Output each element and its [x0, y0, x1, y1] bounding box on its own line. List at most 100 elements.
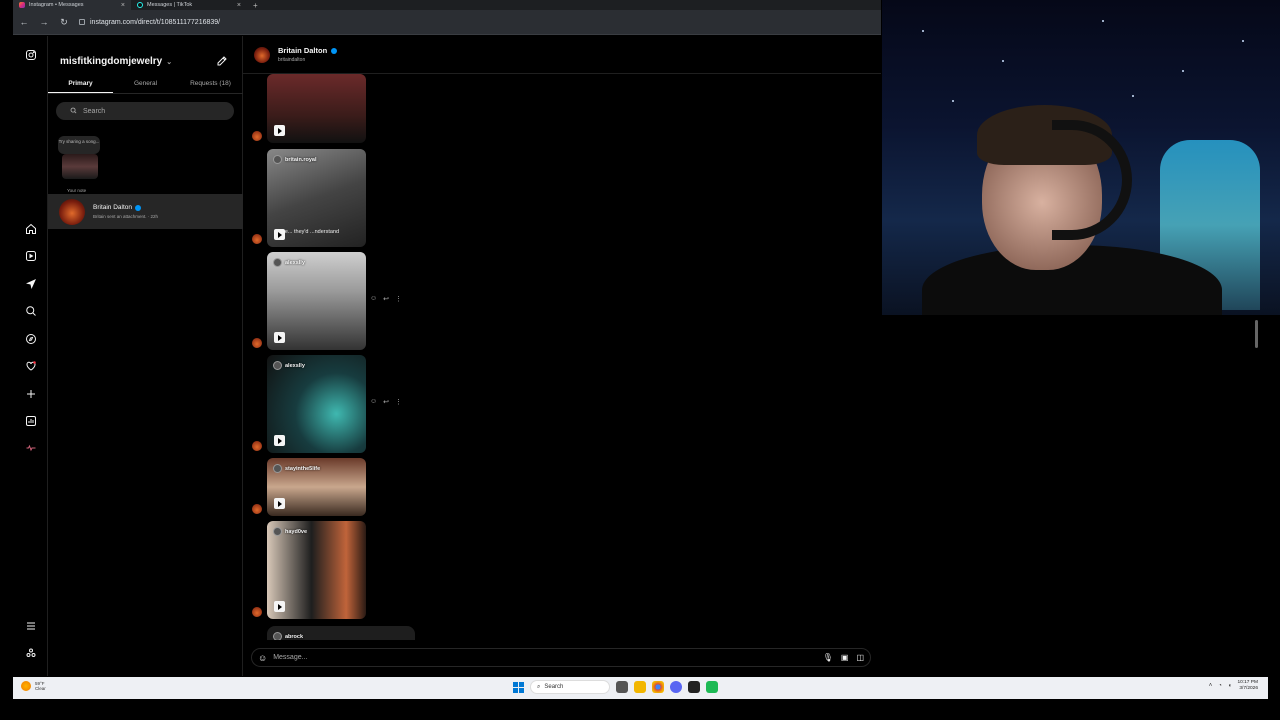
- app-icon[interactable]: [706, 681, 718, 693]
- reply-icon[interactable]: ↩: [383, 295, 389, 303]
- chrome-icon[interactable]: [652, 681, 664, 693]
- notifications-heart-icon[interactable]: [24, 359, 37, 372]
- taskbar: 59°F Clear ⌕ Search ˄ ◔ ◖ 10:17 PM 3/7/2…: [13, 677, 1268, 699]
- back-arrow-icon[interactable]: ←: [19, 17, 29, 27]
- threads-icon[interactable]: [24, 441, 37, 454]
- shared-reel-message[interactable]: alexslly: [267, 355, 366, 453]
- also-from-meta-icon[interactable]: [24, 646, 37, 659]
- author-avatar: [273, 632, 282, 640]
- browser-window: Instagram • Messages × Messages | TikTok…: [13, 0, 881, 676]
- tab-general[interactable]: General: [113, 76, 178, 93]
- shared-reel-message[interactable]: britain.royal she... they'd ...nderstand: [267, 149, 366, 247]
- microphone-icon[interactable]: 🎙: [823, 653, 833, 662]
- play-icon[interactable]: [274, 601, 285, 612]
- network-icon[interactable]: ◔: [1218, 683, 1222, 689]
- reload-icon[interactable]: ↻: [59, 17, 69, 28]
- play-icon[interactable]: [274, 125, 285, 136]
- create-plus-icon[interactable]: [24, 387, 37, 400]
- inbox-panel: misfitkingdomjewelry ⌄ Primary General R…: [48, 36, 243, 676]
- note-label: Your note: [67, 188, 87, 193]
- more-options-icon[interactable]: ⋮: [395, 398, 402, 406]
- reels-icon[interactable]: [24, 249, 37, 262]
- reel-author-handle: britain.royal: [285, 156, 317, 163]
- messages-icon[interactable]: [24, 277, 37, 290]
- browser-tab-strip: Instagram • Messages × Messages | TikTok…: [13, 0, 881, 10]
- sticker-icon[interactable]: ◫: [856, 653, 864, 662]
- note-bubble[interactable]: Try sharing a song...: [58, 136, 100, 154]
- file-explorer-icon[interactable]: [634, 681, 646, 693]
- search-icon: ⌕: [537, 683, 541, 690]
- reel-author: hayd0ve: [273, 527, 307, 536]
- tiktok-favicon-icon: [137, 2, 143, 8]
- gallery-icon[interactable]: ▣: [841, 653, 849, 662]
- verified-badge-icon: [135, 204, 142, 211]
- reel-author: alexslly: [273, 258, 305, 267]
- reel-author-handle: abrock: [285, 633, 304, 640]
- tab-tiktok[interactable]: Messages | TikTok ×: [131, 0, 247, 10]
- start-windows-icon[interactable]: [513, 681, 524, 693]
- avatar[interactable]: [254, 46, 270, 63]
- tab-label: Instagram • Messages: [29, 2, 84, 8]
- address-bar[interactable]: instagram.com/direct/t/108511177216839/: [79, 19, 220, 26]
- instagram-logo-icon[interactable]: [24, 48, 37, 61]
- message-actions: ☺ ↩ ⋮: [370, 398, 402, 406]
- close-icon[interactable]: ×: [121, 2, 125, 9]
- clock[interactable]: 10:17 PM 3/7/2026: [1237, 680, 1258, 692]
- taskbar-search-label: Search: [544, 684, 564, 690]
- page-background: [881, 315, 1280, 676]
- message-input[interactable]: Message...: [273, 654, 307, 661]
- scrollbar-thumb[interactable]: [1255, 320, 1258, 348]
- play-icon[interactable]: [274, 498, 285, 509]
- shared-reel-message[interactable]: abrock: [267, 626, 415, 640]
- menu-hamburger-icon[interactable]: [24, 619, 37, 632]
- tab-instagram[interactable]: Instagram • Messages ×: [13, 0, 131, 10]
- weather-desc: Clear: [35, 686, 46, 691]
- dashboard-icon[interactable]: [24, 414, 37, 427]
- reply-icon[interactable]: ↩: [383, 398, 389, 406]
- new-tab-button[interactable]: +: [247, 1, 264, 10]
- discord-icon[interactable]: [670, 681, 682, 693]
- play-icon[interactable]: [274, 435, 285, 446]
- reel-author-handle: alexslly: [285, 362, 305, 369]
- explore-icon[interactable]: [24, 332, 37, 345]
- chevron-up-icon[interactable]: ˄: [1209, 683, 1213, 689]
- obs-icon[interactable]: [688, 681, 700, 693]
- webcam-overlay: [882, 0, 1280, 315]
- taskbar-search[interactable]: ⌕ Search: [530, 680, 610, 694]
- search-input[interactable]: Search: [56, 102, 234, 120]
- task-view-icon[interactable]: [616, 681, 628, 693]
- note-avatar[interactable]: [62, 154, 98, 179]
- reaction-avatar: [252, 131, 262, 141]
- shared-reel-message[interactable]: stayinthe5life: [267, 458, 366, 516]
- message-composer[interactable]: ☺ Message... 🎙 ▣ ◫: [251, 648, 871, 667]
- tab-requests[interactable]: Requests (18): [178, 76, 243, 93]
- play-icon[interactable]: [274, 229, 285, 240]
- inbox-tabs: Primary General Requests (18): [48, 76, 243, 94]
- site-info-icon[interactable]: [79, 19, 85, 25]
- shared-reel-message[interactable]: hayd0ve: [267, 521, 366, 619]
- play-icon[interactable]: [274, 332, 285, 343]
- more-options-icon[interactable]: ⋮: [395, 295, 402, 303]
- shared-reel-message[interactable]: [267, 74, 366, 143]
- forward-arrow-icon[interactable]: →: [39, 17, 49, 27]
- new-message-icon[interactable]: [216, 54, 228, 66]
- nav-rail: [13, 36, 48, 676]
- react-emoji-icon[interactable]: ☺: [370, 398, 377, 406]
- react-emoji-icon[interactable]: ☺: [370, 295, 377, 303]
- emoji-icon[interactable]: ☺: [258, 653, 267, 663]
- tab-primary[interactable]: Primary: [48, 76, 113, 93]
- account-switcher[interactable]: misfitkingdomjewelry ⌄: [60, 56, 172, 67]
- chat-header[interactable]: Britain Dalton britaindalton: [243, 36, 881, 74]
- home-icon[interactable]: [24, 222, 37, 235]
- message-actions: ☺ ↩ ⋮: [370, 295, 402, 303]
- reel-caption: she... they'd ...nderstand: [279, 229, 340, 235]
- weather-widget[interactable]: 59°F Clear: [21, 681, 46, 691]
- conversation-item[interactable]: Britain Dalton Britain sent an attachmen…: [48, 194, 243, 229]
- search-icon[interactable]: [24, 304, 37, 317]
- headset: [1052, 120, 1132, 240]
- volume-icon[interactable]: ◖: [1228, 683, 1232, 689]
- close-icon[interactable]: ×: [237, 2, 241, 9]
- shared-reel-message[interactable]: alexslly: [267, 252, 366, 350]
- note-text: Try sharing a song...: [58, 139, 100, 144]
- scrollbar[interactable]: [1253, 316, 1260, 638]
